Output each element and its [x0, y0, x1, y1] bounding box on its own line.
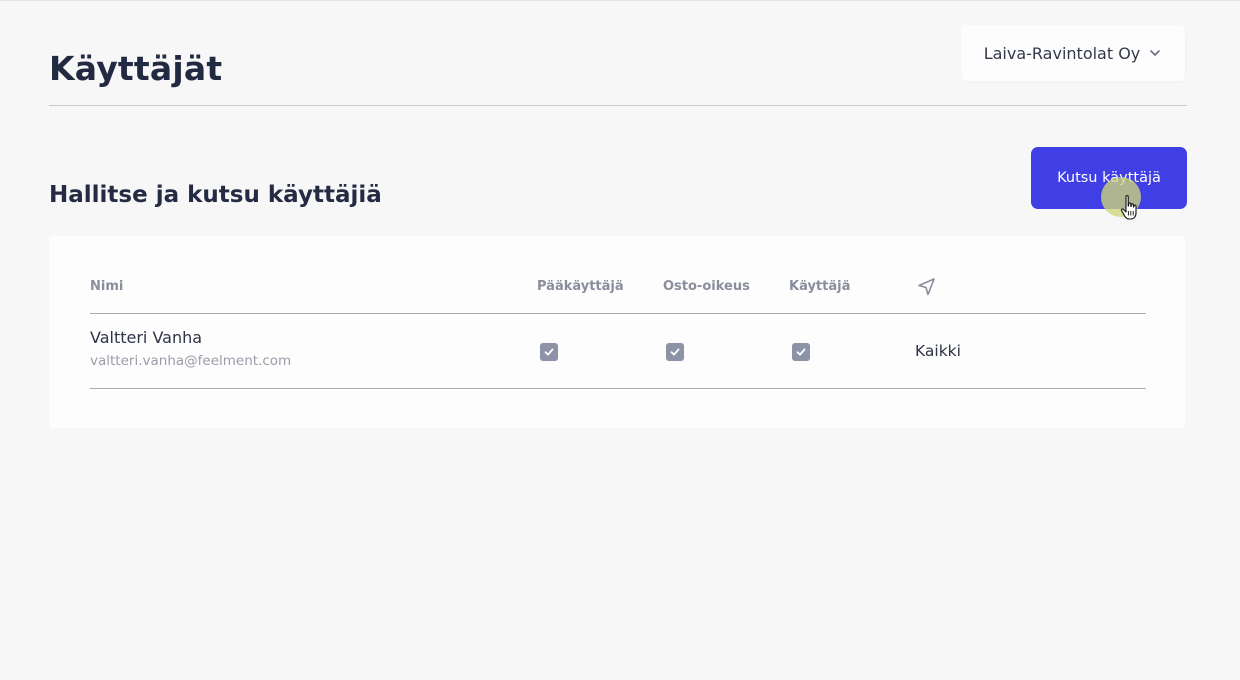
column-header-user: Käyttäjä	[789, 279, 851, 294]
page-title: Käyttäjät	[49, 49, 223, 88]
section-title: Hallitse ja kutsu käyttäjiä	[49, 182, 382, 208]
users-table: Nimi Pääkäyttäjä Osto-oikeus Käyttäjä Va…	[49, 236, 1185, 428]
header-divider	[49, 105, 1187, 106]
table-header-divider	[90, 313, 1146, 314]
hand-pointer-icon	[1120, 194, 1140, 222]
user-checkbox[interactable]	[792, 343, 810, 361]
check-icon	[796, 348, 806, 356]
admin-checkbox[interactable]	[540, 343, 558, 361]
page: Käyttäjät Laiva-Ravintolat Oy Hallitse j…	[0, 0, 1240, 680]
column-header-admin: Pääkäyttäjä	[537, 279, 624, 294]
column-header-purchase: Osto-oikeus	[663, 279, 750, 294]
company-select-value: Laiva-Ravintolat Oy	[983, 43, 1141, 63]
check-icon	[670, 348, 680, 356]
chevron-down-icon	[1148, 46, 1162, 60]
user-name: Valtteri Vanha	[90, 328, 203, 347]
column-header-name: Nimi	[90, 279, 124, 294]
purchase-checkbox[interactable]	[666, 343, 684, 361]
send-icon	[916, 276, 938, 298]
user-email: valtteri.vanha@feelment.com	[90, 353, 292, 369]
table-row-divider	[90, 388, 1146, 389]
check-icon	[544, 348, 554, 356]
user-scope[interactable]: Kaikki	[915, 341, 961, 361]
company-select[interactable]: Laiva-Ravintolat Oy	[961, 25, 1185, 81]
